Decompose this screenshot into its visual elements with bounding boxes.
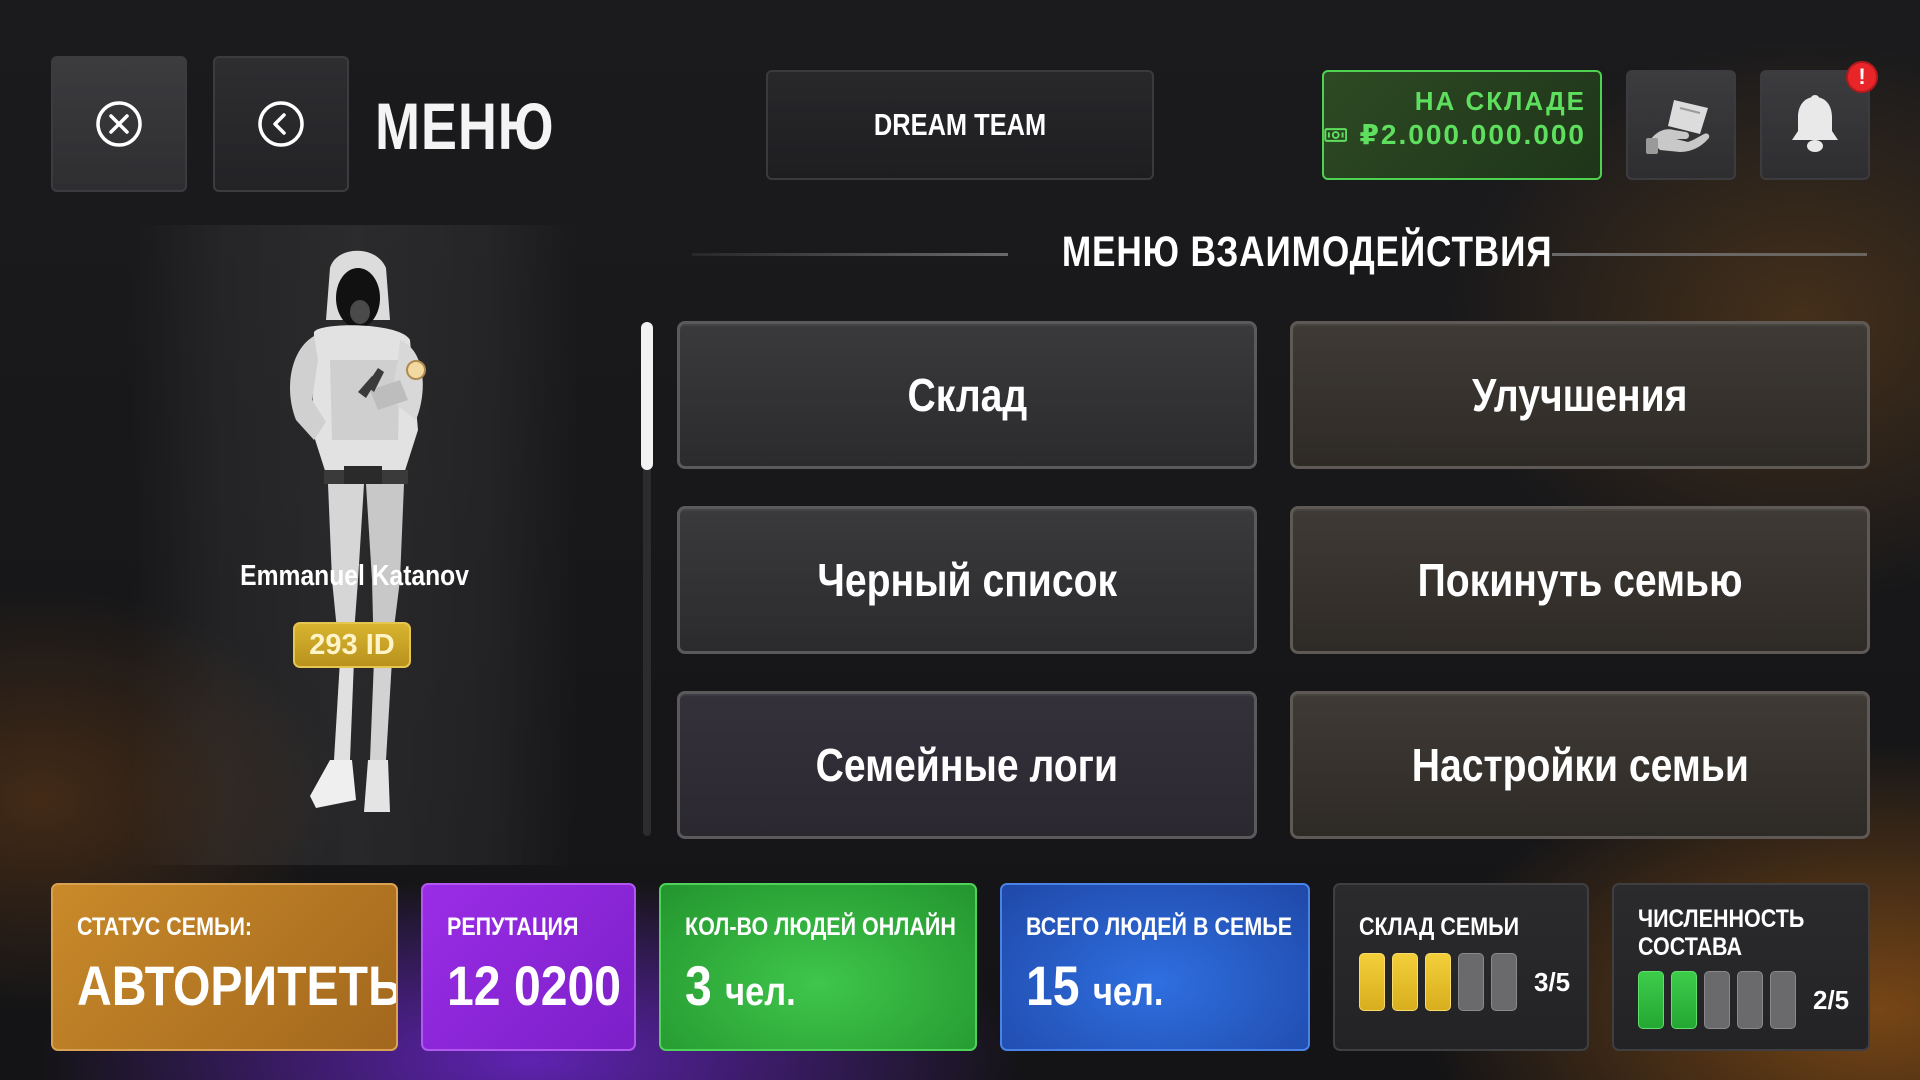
total-members-card: ВСЕГО ЛЮДЕЙ В СЕМЬЕ 15 чел. bbox=[1000, 883, 1310, 1051]
character-model bbox=[290, 250, 426, 812]
member-count-card: ЧИСЛЕННОСТЬ СОСТАВА 2/5 bbox=[1612, 883, 1870, 1051]
total-value: 15 чел. bbox=[1026, 954, 1164, 1017]
notification-badge: ! bbox=[1846, 61, 1878, 93]
character-name: Emmanuel Katanov bbox=[240, 560, 470, 592]
level-bar-empty bbox=[1491, 953, 1517, 1011]
status-value: АВТОРИТЕТЫ bbox=[77, 954, 398, 1017]
storage-label: СКЛАД СЕМЬИ bbox=[1359, 913, 1520, 941]
level-bar-empty bbox=[1704, 971, 1730, 1029]
size-level-bars: 2/5 bbox=[1638, 971, 1868, 1029]
bell-icon bbox=[1792, 95, 1838, 152]
level-bar-filled bbox=[1671, 971, 1697, 1029]
level-bar-filled bbox=[1425, 953, 1451, 1011]
hand-money-icon bbox=[1646, 100, 1710, 154]
total-label: ВСЕГО ЛЮДЕЙ В СЕМЬЕ bbox=[1026, 913, 1293, 941]
leave-family-button[interactable]: Покинуть семью bbox=[1290, 506, 1870, 654]
storage-button[interactable]: Склад bbox=[677, 321, 1257, 469]
stock-amount: ₽2.000.000.000 bbox=[1359, 119, 1586, 150]
character-id-badge: 293 ID bbox=[293, 622, 411, 668]
family-logs-button[interactable]: Семейные логи bbox=[677, 691, 1257, 839]
reputation-card: РЕПУТАЦИЯ 12 0200 bbox=[421, 883, 636, 1051]
scrollbar-thumb[interactable] bbox=[641, 322, 653, 470]
level-bar-empty bbox=[1770, 971, 1796, 1029]
divider-left bbox=[692, 253, 1008, 256]
tab-label: DREAM TEAM bbox=[873, 107, 1047, 142]
transfer-button[interactable] bbox=[1626, 70, 1736, 180]
family-storage-card: СКЛАД СЕМЬИ 3/5 bbox=[1333, 883, 1589, 1051]
status-label: СТАТУС СЕМЬИ: bbox=[77, 913, 253, 941]
level-bar-empty bbox=[1737, 971, 1763, 1029]
stock-label: НА СКЛАДЕ bbox=[1414, 86, 1586, 116]
divider-right bbox=[1552, 253, 1867, 256]
cash-icon bbox=[1324, 128, 1348, 142]
level-bar-filled bbox=[1638, 971, 1664, 1029]
page-title: МЕНЮ bbox=[375, 89, 555, 163]
back-button[interactable] bbox=[213, 56, 349, 192]
chevron-left-icon bbox=[258, 101, 304, 147]
level-bar-filled bbox=[1392, 953, 1418, 1011]
tab-dream-team[interactable]: DREAM TEAM bbox=[766, 70, 1154, 180]
reputation-value: 12 0200 bbox=[447, 954, 622, 1017]
size-label-line1: ЧИСЛЕННОСТЬ bbox=[1638, 905, 1805, 933]
family-status-card: СТАТУС СЕМЬИ: АВТОРИТЕТЫ bbox=[51, 883, 398, 1051]
size-fraction: 2/5 bbox=[1813, 984, 1850, 1015]
family-settings-button[interactable]: Настройки семьи bbox=[1290, 691, 1870, 839]
close-button[interactable] bbox=[51, 56, 187, 192]
online-count-card: КОЛ-ВО ЛЮДЕЙ ОНЛАЙН 3 чел. bbox=[659, 883, 977, 1051]
online-value: 3 чел. bbox=[685, 954, 796, 1017]
size-label-line2: СОСТАВА bbox=[1638, 933, 1743, 961]
storage-fraction: 3/5 bbox=[1534, 966, 1571, 997]
close-icon bbox=[96, 101, 142, 147]
section-title: МЕНЮ ВЗАИМОДЕЙСТВИЯ bbox=[1061, 228, 1553, 276]
level-bar-empty bbox=[1458, 953, 1484, 1011]
stock-balance[interactable]: НА СКЛАДЕ ₽2.000.000.000 bbox=[1322, 70, 1602, 180]
online-label: КОЛ-ВО ЛЮДЕЙ ОНЛАЙН bbox=[685, 913, 956, 941]
level-bar-filled bbox=[1359, 953, 1385, 1011]
storage-level-bars: 3/5 bbox=[1359, 953, 1587, 1011]
blacklist-button[interactable]: Черный список bbox=[677, 506, 1257, 654]
reputation-label: РЕПУТАЦИЯ bbox=[447, 913, 579, 941]
upgrades-button[interactable]: Улучшения bbox=[1290, 321, 1870, 469]
